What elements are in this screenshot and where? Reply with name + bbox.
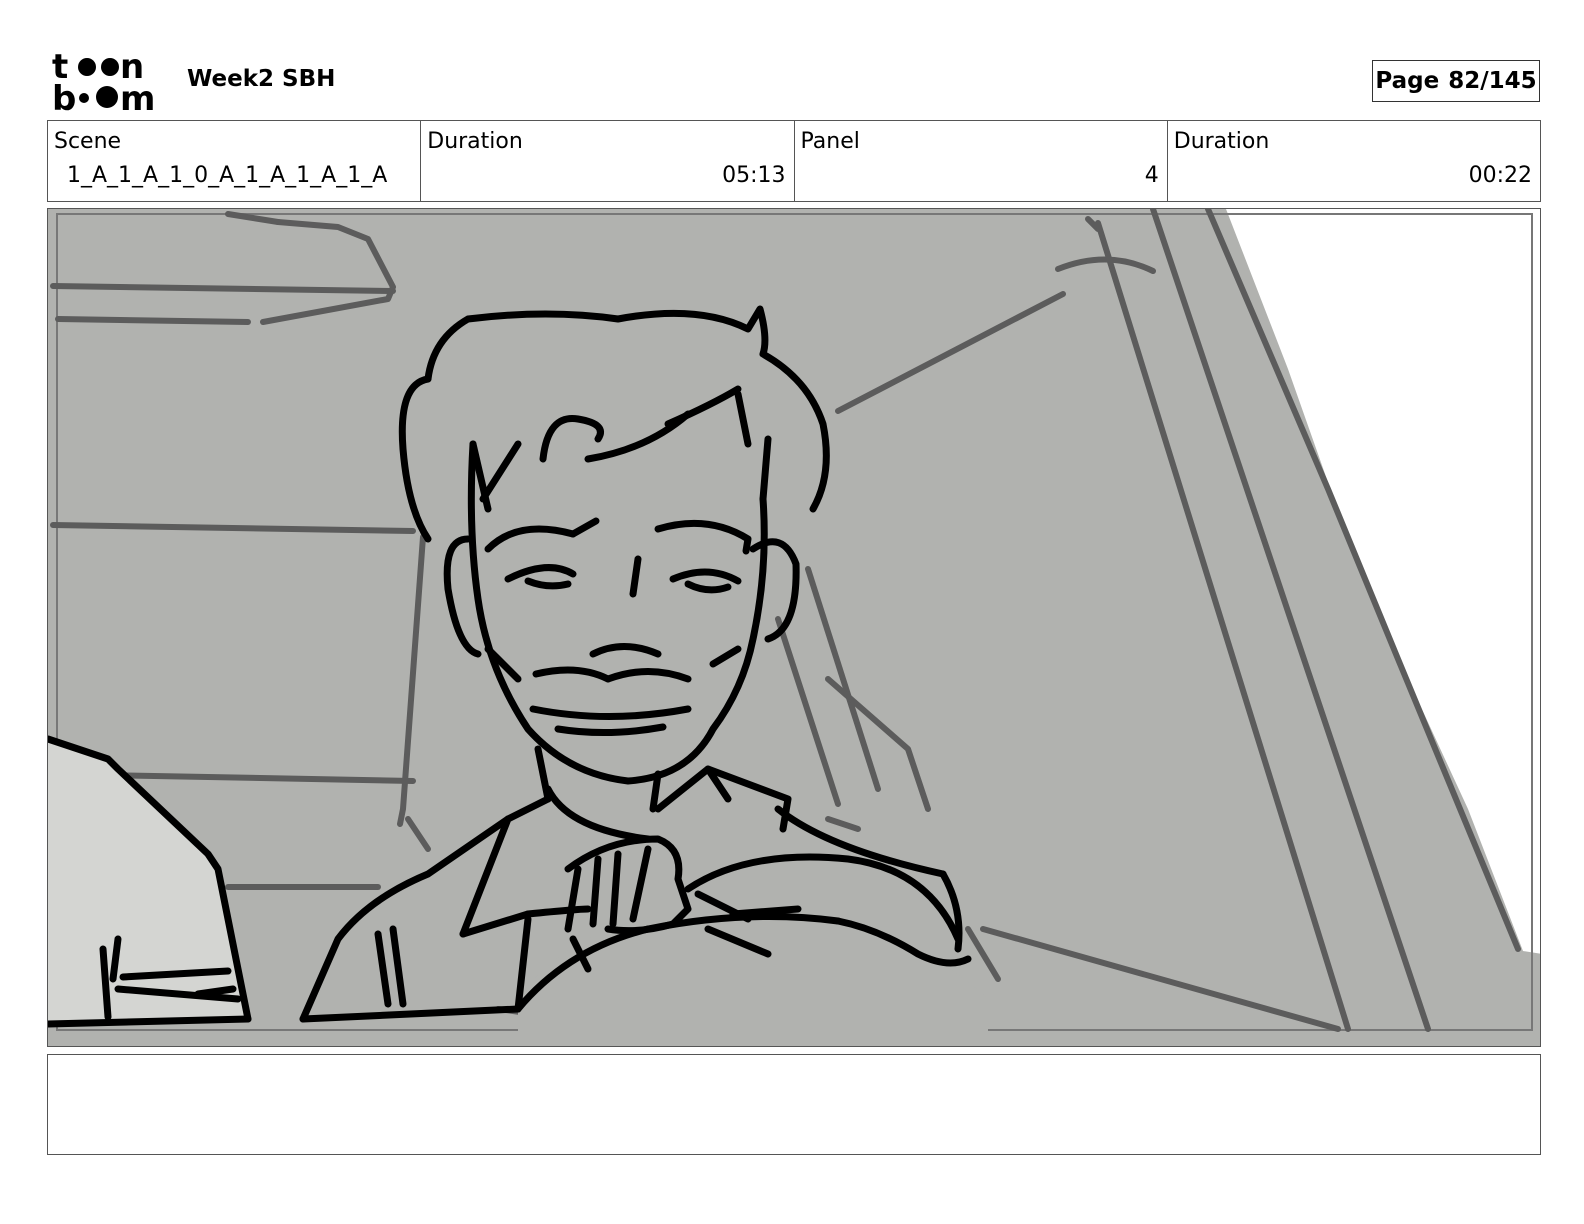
scene-duration-cell: Duration 05:13 — [421, 121, 795, 201]
project-title: Week2 SBH — [187, 66, 336, 92]
scene-label: Scene — [54, 129, 122, 154]
panel-duration-cell: Duration 00:22 — [1168, 121, 1540, 201]
panel-value: 4 — [1144, 163, 1159, 188]
scene-duration-label: Duration — [427, 129, 523, 154]
panel-duration-label: Duration — [1173, 129, 1270, 154]
svg-text:m: m — [120, 79, 155, 112]
scene-cell: Scene 1_A_1_A_1_0_A_1_A_1_A_1_A — [48, 121, 422, 201]
toon-boom-logo: t n b m — [52, 50, 162, 112]
scene-value: 1_A_1_A_1_0_A_1_A_1_A_1_A — [67, 163, 388, 188]
panel-notes-box — [47, 1054, 1541, 1155]
sketch-drawing — [48, 209, 1540, 1046]
panel-duration-value: 00:22 — [1468, 163, 1532, 188]
svg-text:b: b — [52, 79, 76, 112]
scene-duration-value: 05:13 — [722, 163, 786, 188]
panel-cell: Panel 4 — [795, 121, 1168, 201]
storyboard-panel-image — [47, 208, 1541, 1047]
page-number: 82/145 — [1448, 68, 1537, 94]
page-indicator: Page 82/145 — [1372, 60, 1540, 102]
scene-info-table: Scene 1_A_1_A_1_0_A_1_A_1_A_1_A Duration… — [47, 120, 1541, 202]
page-label: Page — [1375, 68, 1440, 94]
panel-label: Panel — [800, 129, 860, 154]
